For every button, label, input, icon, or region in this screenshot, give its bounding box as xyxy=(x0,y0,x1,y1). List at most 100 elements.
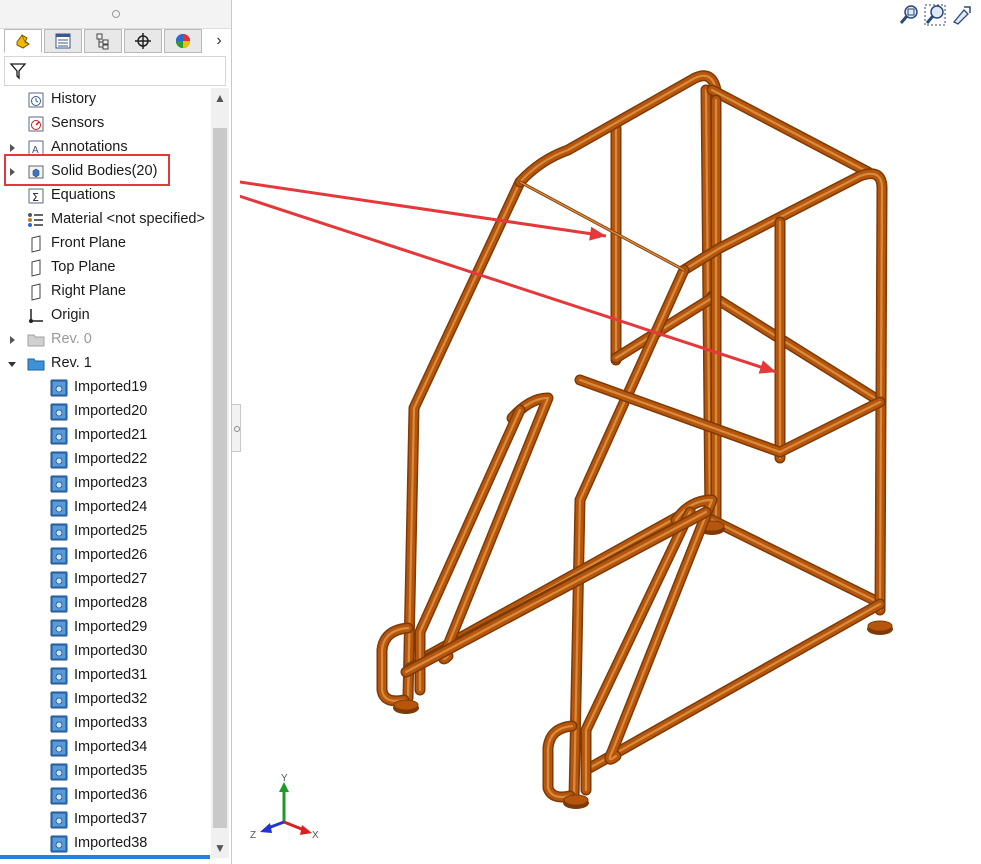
scroll-thumb[interactable] xyxy=(213,128,227,828)
feature-tree: History Sensors A Annotations Solid Bodies(2… xyxy=(0,88,212,858)
tab-propertymanager[interactable] xyxy=(44,29,82,53)
panel-grip-icon[interactable] xyxy=(112,10,120,18)
dimxpert-icon xyxy=(135,33,151,49)
imported-body-icon xyxy=(50,475,68,493)
tree-item[interactable]: Imported34 xyxy=(0,736,212,760)
imported-body-icon xyxy=(50,739,68,757)
imported-body-icon xyxy=(50,787,68,805)
imported-body-icon xyxy=(50,811,68,829)
tree-item[interactable]: Imported35 xyxy=(0,760,212,784)
tree-item[interactable]: Imported38 xyxy=(0,832,212,856)
graphics-viewport[interactable] xyxy=(240,0,981,864)
tree-item[interactable]: Rev. 1 xyxy=(0,352,212,376)
tree-item[interactable]: Top Plane xyxy=(0,256,212,280)
tree-item[interactable]: Imported21 xyxy=(0,424,212,448)
tree-item-label: Imported33 xyxy=(74,715,148,731)
tree-item[interactable]: Sensors xyxy=(0,112,212,136)
tree-item-label: Rev. 0 xyxy=(51,331,92,347)
tab-displaymanager[interactable] xyxy=(164,29,202,53)
tree-item[interactable]: Imported19 xyxy=(0,376,212,400)
triad-z-label: Z xyxy=(250,830,256,841)
tree-item-label: Imported29 xyxy=(74,619,148,635)
frame-tube xyxy=(706,290,884,406)
tree-item[interactable]: Rev. 0 xyxy=(0,328,212,352)
zoom-to-area-icon[interactable] xyxy=(924,4,946,26)
plane-icon xyxy=(27,259,45,277)
tree-item[interactable]: Imported22 xyxy=(0,448,212,472)
tree-item[interactable]: Imported24 xyxy=(0,496,212,520)
plane-icon xyxy=(27,283,45,301)
tree-item-label: Imported23 xyxy=(74,475,148,491)
triad-y-label: Y xyxy=(281,773,288,784)
tree-item[interactable]: Imported25 xyxy=(0,520,212,544)
imported-body-icon xyxy=(50,691,68,709)
tree-item[interactable]: Origin xyxy=(0,304,212,328)
frame-tube xyxy=(706,514,884,608)
tree-item[interactable]: Right Plane xyxy=(0,280,212,304)
tree-item-label: Imported25 xyxy=(74,523,148,539)
imported-body-icon xyxy=(50,571,68,589)
propertymanager-icon xyxy=(55,33,71,49)
displaymanager-icon xyxy=(176,34,190,48)
scroll-down-arrow-icon[interactable]: ▼ xyxy=(211,838,229,858)
tree-item-label: Imported31 xyxy=(74,667,148,683)
expand-right-arrow-icon[interactable] xyxy=(7,335,17,345)
feature-manager-panel: › History Sensors A Annotations Solid Bodies… xyxy=(0,0,232,864)
folder-icon xyxy=(27,331,45,349)
tree-item[interactable]: Imported31 xyxy=(0,664,212,688)
triad-x-arrow xyxy=(300,825,312,835)
filter-icon[interactable] xyxy=(9,62,27,80)
tree-item-label: Imported26 xyxy=(74,547,148,563)
tree-item-label: Sensors xyxy=(51,115,105,131)
previous-view-icon[interactable] xyxy=(950,4,972,26)
panel-bottom-bar xyxy=(0,855,210,859)
tree-filter[interactable] xyxy=(4,56,226,86)
imported-body-icon xyxy=(50,427,68,445)
tree-item[interactable]: Imported36 xyxy=(0,784,212,808)
svg-text:Σ: Σ xyxy=(32,191,39,204)
imported-body-icon xyxy=(50,835,68,853)
tree-item-label: Rev. 1 xyxy=(51,355,92,371)
frame-foot xyxy=(393,699,419,714)
tree-item-label: Imported22 xyxy=(74,451,148,467)
zoom-to-fit-icon[interactable] xyxy=(898,4,920,26)
tree-item[interactable]: Imported20 xyxy=(0,400,212,424)
imported-body-icon xyxy=(50,451,68,469)
expand-down-arrow-icon[interactable] xyxy=(7,359,17,369)
tree-item[interactable]: Imported27 xyxy=(0,568,212,592)
imported-body-icon xyxy=(50,523,68,541)
callout-arrow-back-frame xyxy=(240,180,607,241)
tree-item[interactable]: Σ Equations xyxy=(0,184,212,208)
frame-tube xyxy=(706,84,874,178)
tree-item-label: Equations xyxy=(51,187,116,203)
tree-item[interactable]: Imported30 xyxy=(0,640,212,664)
tree-item-label: Imported28 xyxy=(74,595,148,611)
tree-item[interactable]: Imported32 xyxy=(0,688,212,712)
tree-item-label: Imported21 xyxy=(74,427,148,443)
scroll-up-arrow-icon[interactable]: ▲ xyxy=(211,88,229,108)
tree-item-label: Imported30 xyxy=(74,643,148,659)
triad-x-axis xyxy=(283,820,305,832)
tree-item-label: Front Plane xyxy=(51,235,126,251)
folder-open-icon xyxy=(27,355,45,373)
tab-featuremanager[interactable] xyxy=(4,29,42,53)
tree-scrollbar[interactable]: ▲ ▼ xyxy=(211,88,229,858)
tree-item[interactable]: Front Plane xyxy=(0,232,212,256)
tree-item[interactable]: History xyxy=(0,88,212,112)
equations-icon: Σ xyxy=(27,187,45,205)
tab-configurationmanager[interactable] xyxy=(84,29,122,53)
expand-right-arrow-icon[interactable] xyxy=(7,143,17,153)
tree-item[interactable]: Imported23 xyxy=(0,472,212,496)
tab-dimxpertmanager[interactable] xyxy=(124,29,162,53)
tabs-more-chevron-icon[interactable]: › xyxy=(212,31,226,51)
tree-item[interactable]: Imported33 xyxy=(0,712,212,736)
tree-item[interactable]: Material <not specified> xyxy=(0,208,212,232)
tree-item[interactable]: Imported29 xyxy=(0,616,212,640)
tree-item[interactable]: Imported28 xyxy=(0,592,212,616)
heads-up-view-toolbar xyxy=(898,4,978,26)
imported-body-icon xyxy=(50,547,68,565)
manager-tabs: › xyxy=(4,29,228,55)
tree-item[interactable]: Imported37 xyxy=(0,808,212,832)
frame-foot xyxy=(563,794,589,809)
tree-item[interactable]: Imported26 xyxy=(0,544,212,568)
